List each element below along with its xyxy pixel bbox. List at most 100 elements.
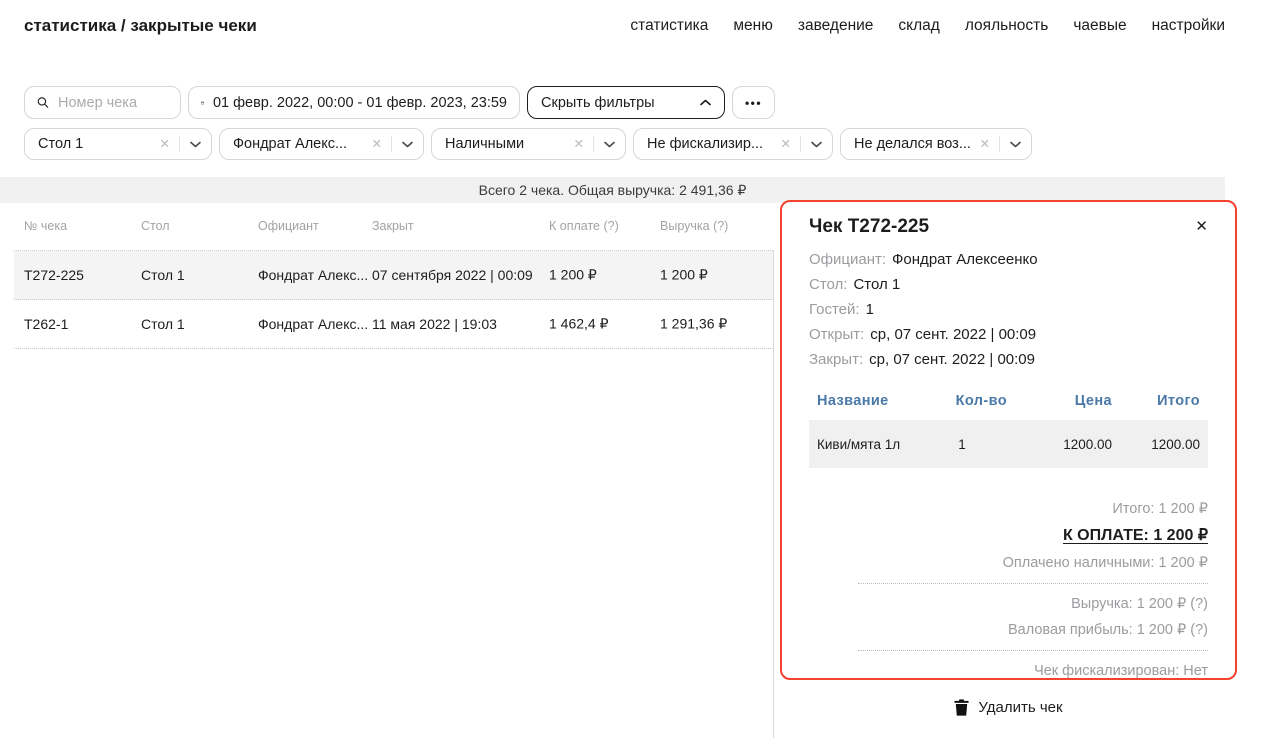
delete-check-button[interactable]: Удалить чек xyxy=(780,699,1237,716)
field-label: Открыт: xyxy=(809,326,864,343)
totals-divider xyxy=(858,583,1208,584)
nav-venue[interactable]: заведение xyxy=(798,17,874,35)
chevron-down-icon[interactable] xyxy=(604,141,615,148)
item-qty: 1 xyxy=(917,437,1007,452)
field-label: Закрыт: xyxy=(809,351,863,368)
field-value: 1 xyxy=(866,301,874,318)
nav-tips[interactable]: чаевые xyxy=(1073,17,1126,35)
field-guests: Гостей: 1 xyxy=(809,297,1208,322)
date-range-picker[interactable]: 01 февр. 2022, 00:00 - 01 февр. 2023, 23… xyxy=(188,86,520,119)
top-bar: статистика / закрытые чеки статистика ме… xyxy=(24,16,1225,36)
items-header: Название Кол-во Цена Итого xyxy=(809,393,1208,409)
field-label: Стол: xyxy=(809,276,847,293)
field-label: Гостей: xyxy=(809,301,860,318)
total-paid-cash: Оплачено наличными: 1 200 ₽ xyxy=(809,550,1208,576)
item-name: Киви/мята 1л xyxy=(817,437,917,452)
totals-divider xyxy=(858,650,1208,651)
check-totals: Итого: 1 200 ₽ К ОПЛАТЕ: 1 200 ₽ Оплачен… xyxy=(809,496,1208,684)
field-value: ср, 07 сент. 2022 | 00:09 xyxy=(870,326,1036,343)
more-options-icon: ••• xyxy=(745,96,762,110)
total-payable: К ОПЛАТЕ: 1 200 ₽ xyxy=(809,522,1208,550)
nav-loyalty[interactable]: лояльность xyxy=(965,17,1048,35)
chip-label: Стол 1 xyxy=(38,136,154,152)
nav-warehouse[interactable]: склад xyxy=(898,17,939,35)
items-col-qty: Кол-во xyxy=(917,393,1007,409)
delete-check-label: Удалить чек xyxy=(978,699,1062,716)
col-closed: Закрыт xyxy=(372,219,414,233)
nav-statistics[interactable]: статистика xyxy=(630,17,708,35)
chevron-up-icon xyxy=(700,99,711,106)
cell-revenue: 1 200 ₽ xyxy=(660,267,708,284)
cell-closed: 11 мая 2022 | 19:03 xyxy=(372,316,497,332)
closed-checks-page: статистика / закрытые чеки статистика ме… xyxy=(0,0,1268,738)
search-input[interactable] xyxy=(58,95,168,111)
chevron-down-icon[interactable] xyxy=(402,141,413,148)
chip-divider xyxy=(391,136,392,152)
remove-filter-icon[interactable]: ✕ xyxy=(980,138,990,151)
filter-chip-table[interactable]: Стол 1 ✕ xyxy=(24,128,212,160)
more-options-button[interactable]: ••• xyxy=(732,86,775,119)
field-value: Стол 1 xyxy=(853,276,900,293)
cell-check-no: T272-225 xyxy=(24,267,84,283)
field-waiter: Официант: Фондрат Алексеенко xyxy=(809,247,1208,272)
check-fields: Официант: Фондрат Алексеенко Стол: Стол … xyxy=(809,247,1208,372)
chip-label: Не фискализир... xyxy=(647,136,775,152)
filter-chips: Стол 1 ✕ Фондрат Алекс... ✕ Наличными ✕ … xyxy=(24,128,1032,160)
filter-chip-payment[interactable]: Наличными ✕ xyxy=(431,128,626,160)
close-icon[interactable]: ✕ xyxy=(1195,219,1208,234)
cell-check-no: T262-1 xyxy=(24,316,68,332)
hide-filters-button[interactable]: Скрыть фильтры xyxy=(527,86,725,119)
chevron-down-icon[interactable] xyxy=(190,141,201,148)
total-revenue: Выручка: 1 200 ₽ (?) xyxy=(809,591,1208,617)
remove-filter-icon[interactable]: ✕ xyxy=(160,138,170,151)
filter-chip-refund[interactable]: Не делался воз... ✕ xyxy=(840,128,1032,160)
item-price: 1200.00 xyxy=(1007,437,1112,452)
table-row[interactable]: T272-225 Стол 1 Фондрат Алекс... 07 сент… xyxy=(14,251,773,300)
filter-chip-waiter[interactable]: Фондрат Алекс... ✕ xyxy=(219,128,424,160)
cell-payable: 1 200 ₽ xyxy=(549,267,597,284)
panel-title: Чек T272-225 xyxy=(809,216,929,238)
chip-label: Не делался воз... xyxy=(854,136,974,152)
remove-filter-icon[interactable]: ✕ xyxy=(574,138,584,151)
col-check-no: № чека xyxy=(24,219,67,233)
search-icon xyxy=(37,94,49,111)
chevron-down-icon[interactable] xyxy=(811,141,822,148)
check-number-search[interactable] xyxy=(24,86,181,119)
chip-divider xyxy=(800,136,801,152)
col-table: Стол xyxy=(141,219,170,233)
hide-filters-label: Скрыть фильтры xyxy=(541,95,655,111)
calendar-icon xyxy=(201,95,204,111)
main-nav: статистика меню заведение склад лояльнос… xyxy=(630,17,1225,35)
nav-menu[interactable]: меню xyxy=(733,17,772,35)
total-gross-profit: Валовая прибыль: 1 200 ₽ (?) xyxy=(809,617,1208,643)
remove-filter-icon[interactable]: ✕ xyxy=(781,138,791,151)
summary-text: Всего 2 чека. Общая выручка: 2 491,36 ₽ xyxy=(479,182,747,199)
checks-table: T272-225 Стол 1 Фондрат Алекс... 07 сент… xyxy=(14,250,773,349)
breadcrumb: статистика / закрытые чеки xyxy=(24,16,257,36)
field-table: Стол: Стол 1 xyxy=(809,272,1208,297)
table-row[interactable]: T262-1 Стол 1 Фондрат Алекс... 11 мая 20… xyxy=(14,300,773,349)
filter-chip-fiscalized[interactable]: Не фискализир... ✕ xyxy=(633,128,833,160)
items-col-price: Цена xyxy=(1007,393,1112,409)
chip-label: Наличными xyxy=(445,136,568,152)
col-revenue: Выручка (?) xyxy=(660,219,728,233)
nav-settings[interactable]: настройки xyxy=(1152,17,1225,35)
check-items-table: Название Кол-во Цена Итого Киви/мята 1л … xyxy=(809,393,1208,468)
trash-icon xyxy=(954,699,969,716)
item-total: 1200.00 xyxy=(1112,437,1200,452)
item-row: Киви/мята 1л 1 1200.00 1200.00 xyxy=(809,420,1208,468)
cell-table: Стол 1 xyxy=(141,267,185,283)
chip-divider xyxy=(179,136,180,152)
cell-closed: 07 сентября 2022 | 00:09 xyxy=(372,267,533,283)
field-value: Фондрат Алексеенко xyxy=(892,251,1038,268)
fiscalized-status: Чек фискализирован: Нет xyxy=(809,658,1208,684)
items-col-total: Итого xyxy=(1112,393,1200,409)
field-label: Официант: xyxy=(809,251,886,268)
chevron-down-icon[interactable] xyxy=(1010,141,1021,148)
col-waiter: Официант xyxy=(258,219,319,233)
panel-header: Чек T272-225 ✕ xyxy=(809,216,1208,238)
date-range-value: 01 февр. 2022, 00:00 - 01 февр. 2023, 23… xyxy=(213,95,507,111)
cell-waiter: Фондрат Алекс... xyxy=(258,316,368,332)
remove-filter-icon[interactable]: ✕ xyxy=(372,138,382,151)
field-opened: Открыт: ср, 07 сент. 2022 | 00:09 xyxy=(809,322,1208,347)
